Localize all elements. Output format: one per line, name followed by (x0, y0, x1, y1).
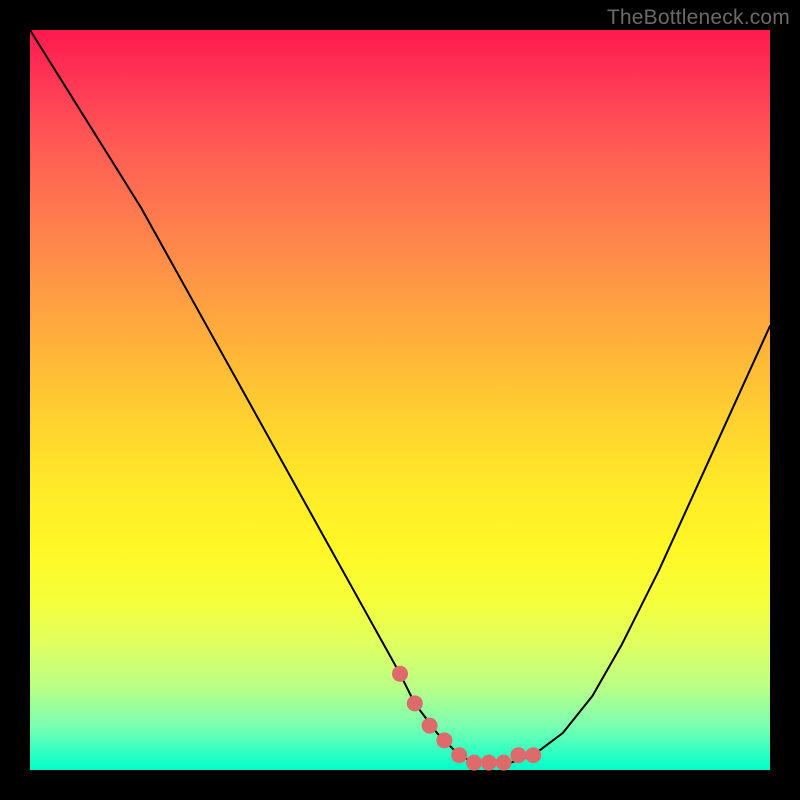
chart-svg (30, 30, 770, 770)
highlight-dot (525, 747, 541, 763)
plot-area (30, 30, 770, 770)
highlight-dot (451, 747, 467, 763)
highlight-dot (392, 666, 408, 682)
highlight-dots (392, 666, 541, 771)
bottleneck-curve (30, 30, 770, 763)
highlight-dot (407, 695, 423, 711)
watermark-text: TheBottleneck.com (607, 6, 790, 30)
chart-stage: TheBottleneck.com (0, 0, 800, 800)
highlight-dot (436, 732, 452, 748)
highlight-dot (481, 755, 497, 771)
highlight-dot (466, 755, 482, 771)
highlight-dot (510, 747, 526, 763)
highlight-dot (496, 755, 512, 771)
highlight-dot (422, 718, 438, 734)
